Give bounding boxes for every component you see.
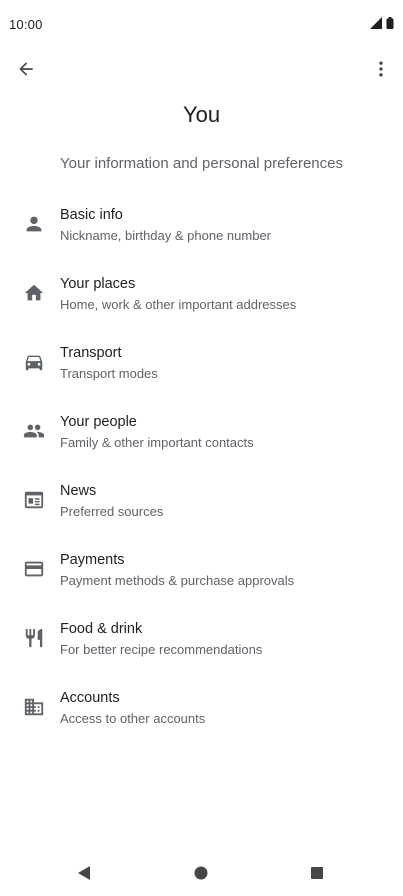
nav-back-button[interactable]: [73, 862, 95, 884]
menu-item-label: Payments: [60, 552, 125, 568]
page-subtitle: Your information and personal preference…: [60, 155, 343, 172]
battery-icon: [386, 17, 394, 29]
menu-item-accounts[interactable]: Accounts Access to other accounts: [0, 676, 403, 745]
menu-item-basic-info[interactable]: Basic info Nickname, birthday & phone nu…: [0, 193, 403, 262]
person-icon: [23, 213, 45, 235]
car-icon: [23, 351, 45, 373]
menu-item-description: Family & other important contacts: [60, 435, 254, 450]
menu-item-food-drink[interactable]: Food & drink For better recipe recommend…: [0, 607, 403, 676]
menu-item-your-places[interactable]: Your places Home, work & other important…: [0, 262, 403, 331]
nav-home-icon: [194, 866, 208, 880]
status-icons: [370, 17, 394, 29]
home-icon: [23, 282, 45, 304]
status-time: 10:00: [9, 17, 43, 32]
menu-item-description: Preferred sources: [60, 504, 164, 519]
menu-item-transport[interactable]: Transport Transport modes: [0, 331, 403, 400]
menu-item-label: Your people: [60, 414, 137, 430]
menu-item-description: Access to other accounts: [60, 711, 206, 726]
more-options-button[interactable]: [369, 56, 393, 82]
people-icon: [23, 420, 45, 442]
nav-recents-icon: [311, 867, 323, 879]
nav-back-icon: [78, 866, 90, 880]
menu-item-label: Food & drink: [60, 621, 143, 637]
menu-item-payments[interactable]: Payments Payment methods & purchase appr…: [0, 538, 403, 607]
menu-item-news[interactable]: News Preferred sources: [0, 469, 403, 538]
menu-item-description: Transport modes: [60, 366, 158, 381]
system-navigation-bar: [0, 848, 403, 896]
status-bar: 10:00: [0, 0, 403, 48]
menu-item-label: Basic info: [60, 207, 123, 223]
menu-item-description: For better recipe recommendations: [60, 642, 263, 657]
more-vert-icon: [379, 61, 383, 77]
page-title: You: [182, 102, 221, 127]
menu-item-your-people[interactable]: Your people Family & other important con…: [0, 400, 403, 469]
restaurant-icon: [23, 627, 45, 649]
news-icon: [23, 489, 45, 511]
menu-item-description: Nickname, birthday & phone number: [60, 228, 272, 243]
credit-card-icon: [23, 558, 45, 580]
menu-item-description: Payment methods & purchase approvals: [60, 573, 295, 588]
building-icon: [23, 696, 45, 718]
signal-icon: [370, 17, 382, 29]
menu-list: Basic info Nickname, birthday & phone nu…: [0, 193, 403, 745]
menu-item-label: News: [60, 483, 97, 499]
nav-home-button[interactable]: [190, 862, 212, 884]
nav-recents-button[interactable]: [306, 862, 328, 884]
menu-item-description: Home, work & other important addresses: [60, 297, 297, 312]
arrow-back-icon: [19, 62, 33, 76]
back-button[interactable]: [13, 56, 39, 82]
menu-item-label: Transport: [60, 345, 122, 361]
menu-item-label: Accounts: [60, 690, 120, 706]
app-bar: [0, 52, 403, 86]
menu-item-label: Your places: [60, 276, 136, 292]
